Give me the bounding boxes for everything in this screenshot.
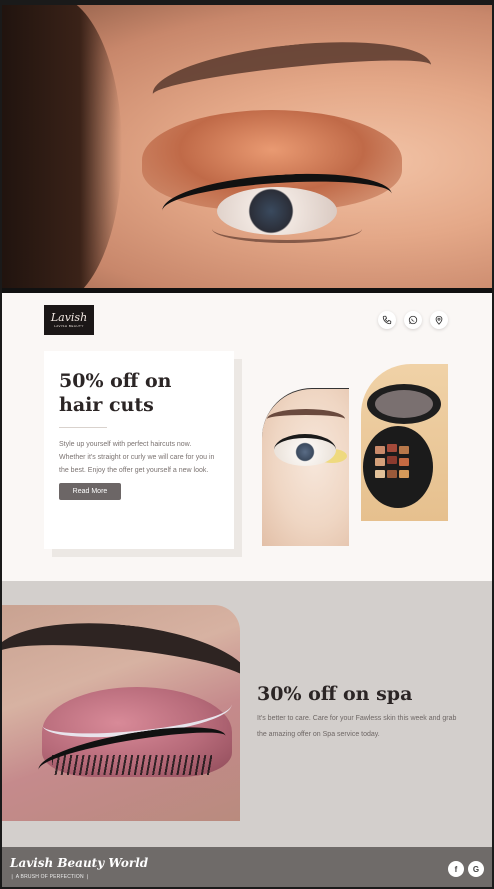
location-icon[interactable] bbox=[430, 311, 448, 329]
contact-icons bbox=[378, 311, 448, 329]
eye-closeup-image bbox=[262, 388, 349, 546]
eyeshadow-palette-image bbox=[361, 364, 448, 521]
footer-tagline: ❘ A BRUSH OF PERFECTION ❘ bbox=[10, 874, 90, 880]
phone-icon[interactable] bbox=[378, 311, 396, 329]
footer-brand-name[interactable]: Lavish Beauty World bbox=[10, 856, 148, 870]
page-frame: Lavish LAVISH BEAUTY 50% off on hair cut… bbox=[0, 0, 494, 889]
offer-description: Style up yourself with perfect haircuts … bbox=[59, 441, 215, 474]
hero-divider bbox=[2, 288, 492, 293]
facebook-icon[interactable]: f bbox=[448, 861, 464, 877]
spa-title: 30% off on spa bbox=[257, 683, 413, 705]
offer-card: 50% off on hair cuts Style up yourself w… bbox=[44, 351, 234, 549]
logo-script-text: Lavish bbox=[50, 311, 88, 324]
read-more-button[interactable]: Read More bbox=[59, 483, 121, 500]
logo-tagline: LAVISH BEAUTY bbox=[54, 324, 84, 328]
offer-divider bbox=[59, 427, 107, 428]
spa-description: It's better to care. Care for your Fawle… bbox=[257, 715, 457, 738]
brand-logo[interactable]: Lavish LAVISH BEAUTY bbox=[44, 305, 94, 335]
social-links: f G bbox=[448, 861, 484, 877]
footer: Lavish Beauty World ❘ A BRUSH OF PERFECT… bbox=[2, 847, 492, 887]
hero-eye-makeup-image bbox=[2, 5, 492, 288]
whatsapp-icon[interactable] bbox=[404, 311, 422, 329]
google-icon[interactable]: G bbox=[468, 861, 484, 877]
spa-eye-makeup-image bbox=[2, 605, 240, 821]
offer-title: 50% off on hair cuts bbox=[59, 370, 172, 416]
